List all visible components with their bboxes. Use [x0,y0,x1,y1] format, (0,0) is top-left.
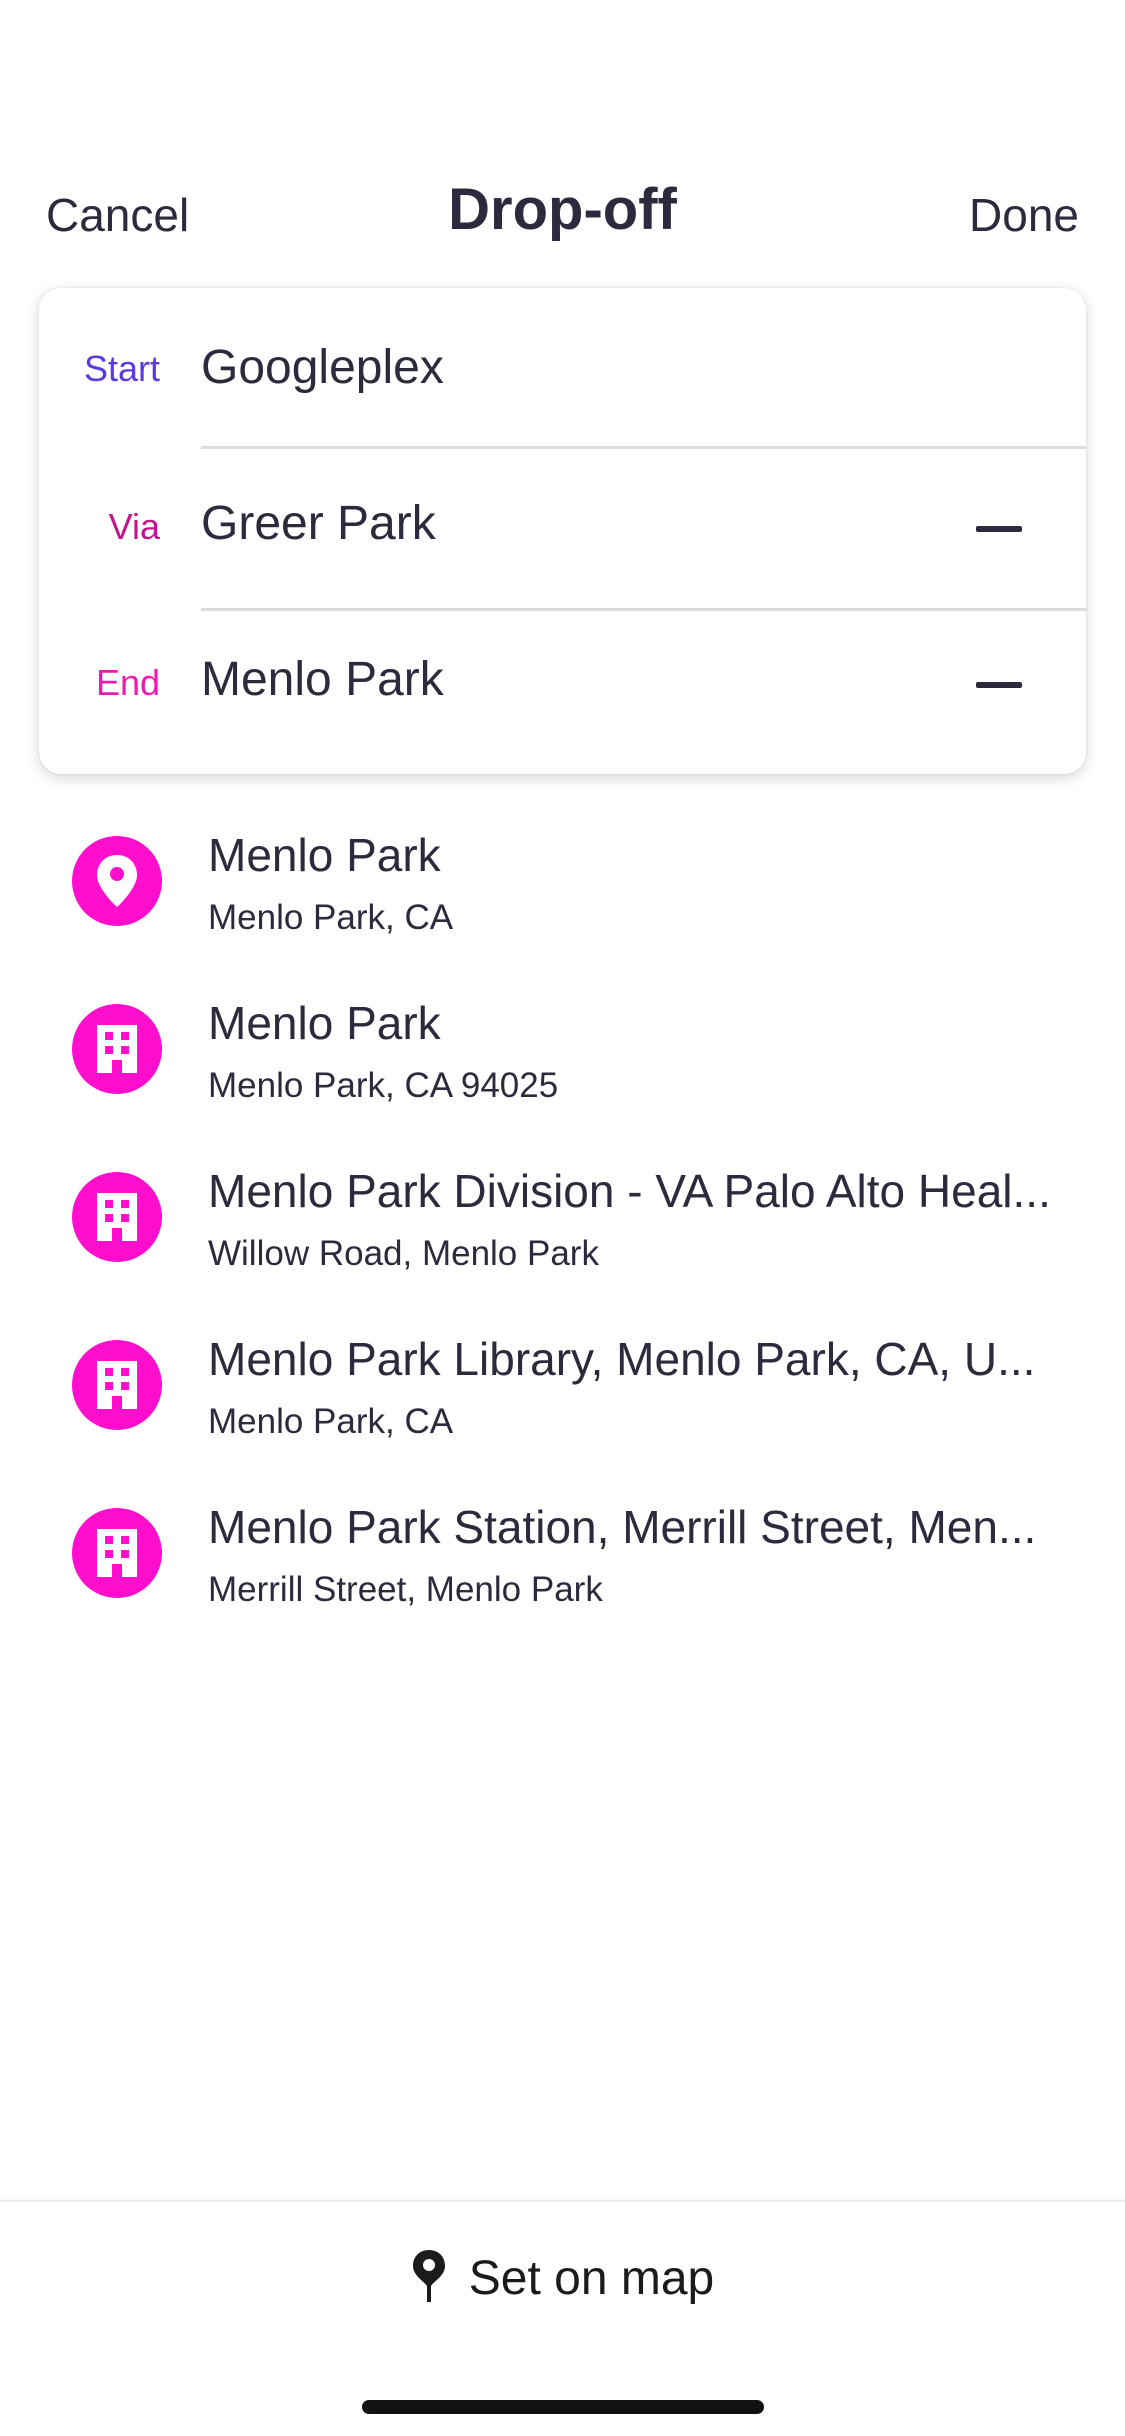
result-subtitle: Merrill Street, Menlo Park [208,1570,603,1609]
set-on-map-label: Set on map [468,2251,715,2305]
result-title: Menlo Park Station, Merrill Street, Men.… [208,1501,1037,1553]
building-icon [72,1004,162,1094]
result-subtitle: Willow Road, Menlo Park [208,1234,599,1273]
remove-via-icon[interactable] [976,526,1022,532]
result-title: Menlo Park [208,997,441,1049]
result-subtitle: Menlo Park, CA [208,898,454,937]
list-item[interactable]: Menlo Park Station, Merrill Street, Men.… [0,1482,1125,1650]
result-title: Menlo Park Library, Menlo Park, CA, U... [208,1333,1036,1385]
result-subtitle: Menlo Park, CA [208,1402,454,1441]
building-icon [72,1340,162,1430]
route-input-end[interactable]: Menlo Park [201,652,444,707]
route-input-start[interactable]: Googleplex [201,340,444,395]
nav-bar: Cancel Drop-off Done [0,160,1125,270]
result-title: Menlo Park Division - VA Palo Alto Heal.… [208,1165,1051,1217]
route-stop-end[interactable]: End Menlo Park [39,610,1086,770]
map-pin-icon [411,2248,447,2309]
route-card: Start Googleplex Via Greer Park End Menl… [39,288,1086,774]
result-title: Menlo Park [208,829,441,881]
result-subtitle: Menlo Park, CA 94025 [208,1066,559,1105]
list-item[interactable]: Menlo Park Menlo Park, CA 94025 [0,978,1125,1146]
route-stop-start[interactable]: Start Googleplex [39,288,1086,448]
list-item[interactable]: Menlo Park Division - VA Palo Alto Heal.… [0,1146,1125,1314]
done-button[interactable]: Done [969,188,1079,242]
route-input-via[interactable]: Greer Park [201,496,436,551]
location-pin-icon [72,836,162,926]
bottom-bar: Set on map [0,2200,1125,2436]
building-icon [72,1172,162,1262]
home-indicator[interactable] [362,2400,764,2414]
page-title: Drop-off [448,177,677,242]
list-item[interactable]: Menlo Park Library, Menlo Park, CA, U...… [0,1314,1125,1482]
route-label-start: Start [83,348,160,389]
route-stop-via[interactable]: Via Greer Park [39,448,1086,608]
list-item[interactable]: Menlo Park Menlo Park, CA [0,810,1125,978]
route-label-via: Via [108,506,160,547]
route-label-end: End [95,662,160,703]
building-icon [72,1508,162,1598]
set-on-map-button[interactable]: Set on map [0,2238,1125,2318]
remove-end-icon[interactable] [976,682,1022,688]
